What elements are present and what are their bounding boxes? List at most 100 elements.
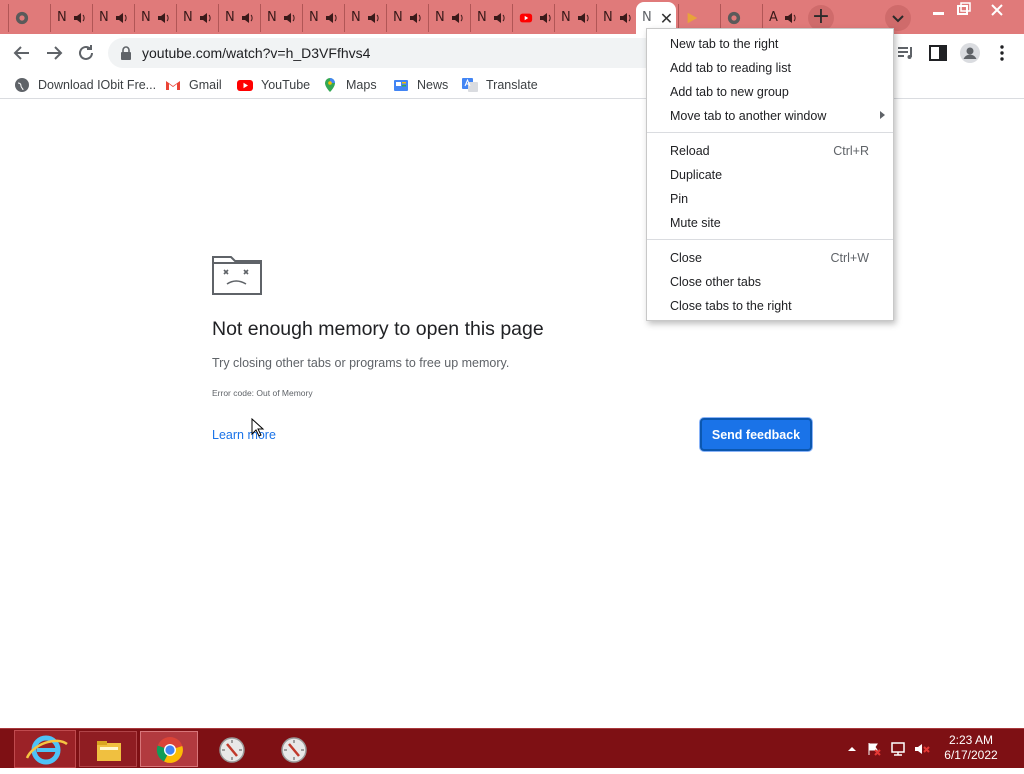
network-icon[interactable]	[890, 741, 906, 757]
error-subtitle: Try closing other tabs or programs to fr…	[212, 356, 510, 370]
tab-youtube[interactable]	[512, 4, 554, 32]
reload-icon[interactable]	[74, 41, 98, 65]
clock-time: 2:23 AM	[948, 733, 994, 747]
more-vert-icon[interactable]	[990, 41, 1014, 65]
tab-letter: A	[769, 10, 778, 25]
sad-tab-icon	[212, 256, 262, 295]
menu-item-duplicate[interactable]: Duplicate	[647, 163, 893, 187]
youtube-icon	[519, 13, 533, 23]
system-clock[interactable]: 2:23 AM 6/17/2022	[940, 733, 1002, 763]
menu-item-label: Move tab to another window	[670, 109, 827, 123]
taskbar-app-compass[interactable]	[264, 731, 322, 767]
tab-letter: N	[309, 10, 319, 25]
internet-explorer-icon	[25, 735, 68, 765]
tab-muted[interactable]: N	[554, 4, 596, 32]
tab-muted[interactable]: N	[302, 4, 344, 32]
menu-divider	[647, 132, 893, 133]
menu-item-new-tab-right[interactable]: New tab to the right	[647, 32, 893, 56]
tab-muted[interactable]: N	[428, 4, 470, 32]
speaker-icon	[577, 13, 589, 23]
chrome-icon	[156, 737, 183, 763]
close-window-button[interactable]	[984, 1, 1010, 19]
taskbar-app-explorer[interactable]	[79, 731, 137, 767]
tab-chrome[interactable]	[8, 4, 50, 32]
speaker-icon	[493, 13, 505, 23]
bookmark-news[interactable]: News	[393, 75, 448, 95]
close-tab-icon[interactable]: ✕	[660, 9, 673, 28]
menu-item-label: Close	[670, 251, 702, 265]
menu-item-reading-list[interactable]: Add tab to reading list	[647, 56, 893, 80]
tab-muted[interactable]: N	[218, 4, 260, 32]
speaker-icon	[784, 13, 796, 23]
profile-icon[interactable]	[958, 41, 982, 65]
bookmark-label: Download IObit Fre...	[38, 78, 157, 92]
menu-item-close-others[interactable]: Close other tabs	[647, 270, 893, 294]
speaker-icon	[619, 13, 631, 23]
bookmark-iobit[interactable]: Download IObit Fre...	[14, 75, 156, 95]
tab-muted[interactable]: N	[596, 4, 636, 32]
restore-icon	[957, 2, 971, 15]
taskbar-app-compass[interactable]	[202, 731, 260, 767]
tab-muted[interactable]: N	[50, 4, 92, 32]
bookmark-label: YouTube	[261, 78, 311, 92]
compass-icon	[219, 737, 245, 763]
news-icon	[394, 80, 408, 91]
learn-more-link[interactable]: Learn more	[212, 428, 276, 442]
menu-item-label: Close tabs to the right	[670, 299, 792, 313]
menu-item-shortcut: Ctrl+W	[830, 251, 869, 265]
mouse-cursor-icon	[251, 418, 265, 437]
bookmark-label: Gmail	[189, 78, 222, 92]
minimize-button[interactable]	[926, 1, 952, 19]
tab-letter: N	[225, 10, 235, 25]
tab-muted[interactable]: N	[134, 4, 176, 32]
url-text[interactable]: youtube.com/watch?v=h_D3VFfhvs4	[142, 45, 370, 61]
volume-muted-icon[interactable]	[914, 741, 930, 757]
menu-item-mute-site[interactable]: Mute site	[647, 211, 893, 235]
tab-letter: N	[561, 10, 571, 25]
bookmark-maps[interactable]: Maps	[322, 75, 377, 95]
tab-muted[interactable]: N	[92, 4, 134, 32]
tab-muted[interactable]: N	[344, 4, 386, 32]
menu-item-label: Mute site	[670, 216, 721, 230]
action-center-icon[interactable]	[866, 741, 882, 757]
menu-item-label: Add tab to new group	[670, 85, 789, 99]
taskbar-app-chrome[interactable]	[140, 731, 198, 767]
menu-item-close-right[interactable]: Close tabs to the right	[647, 294, 893, 318]
tab-muted[interactable]: N	[470, 4, 512, 32]
back-icon[interactable]	[10, 41, 34, 65]
speaker-icon	[241, 13, 253, 23]
tab-letter: N	[351, 10, 361, 25]
bookmark-translate[interactable]: Translate	[462, 75, 538, 95]
play-icon	[687, 12, 698, 24]
gmail-icon	[166, 81, 180, 90]
compass-icon	[281, 737, 307, 763]
taskbar: 2:23 AM 6/17/2022	[0, 728, 1024, 768]
speaker-icon	[409, 13, 421, 23]
bookmark-gmail[interactable]: Gmail	[165, 75, 222, 95]
menu-item-label: Reload	[670, 144, 710, 158]
menu-item-pin[interactable]: Pin	[647, 187, 893, 211]
lock-icon[interactable]	[120, 46, 132, 60]
menu-item-move-tab[interactable]: Move tab to another window	[647, 104, 893, 128]
side-panel-icon[interactable]	[926, 41, 950, 65]
menu-item-reload[interactable]: Reload Ctrl+R	[647, 139, 893, 163]
media-control-icon[interactable]	[894, 41, 918, 65]
menu-item-label: Duplicate	[670, 168, 723, 182]
menu-item-close[interactable]: Close Ctrl+W	[647, 246, 893, 270]
tab-letter: N	[57, 10, 67, 25]
tab-muted[interactable]: N	[176, 4, 218, 32]
tab-letter: N	[393, 10, 403, 25]
send-feedback-button[interactable]: Send feedback	[700, 418, 812, 451]
show-hidden-icons-icon[interactable]	[844, 741, 860, 757]
tab-muted[interactable]: N	[386, 4, 428, 32]
bookmark-youtube[interactable]: YouTube	[237, 75, 310, 95]
chrome-icon	[15, 11, 29, 25]
start-button[interactable]	[14, 730, 76, 768]
menu-divider	[647, 239, 893, 240]
speaker-icon	[451, 13, 463, 23]
menu-item-new-group[interactable]: Add tab to new group	[647, 80, 893, 104]
restore-button[interactable]	[950, 1, 976, 19]
forward-icon[interactable]	[42, 41, 66, 65]
tab-letter: N	[183, 10, 193, 25]
tab-muted[interactable]: N	[260, 4, 302, 32]
